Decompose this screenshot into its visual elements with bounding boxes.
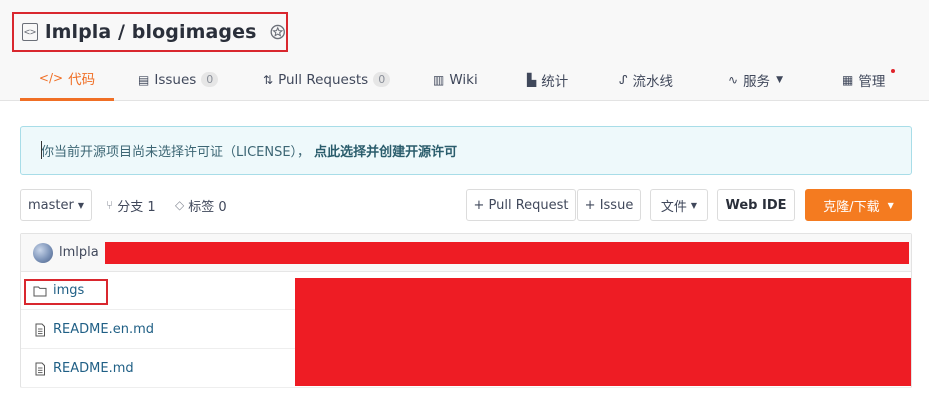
- pull-request-icon: ⇅: [263, 72, 274, 87]
- chevron-down-icon: ▼: [776, 74, 783, 85]
- files-label: 文件: [660, 199, 687, 215]
- highlight-box: [24, 279, 108, 305]
- branches-link[interactable]: ⑂ 分支 1: [106, 189, 156, 221]
- new-issue-button[interactable]: + Issue: [577, 189, 641, 221]
- chevron-down-icon: ▼: [690, 200, 698, 210]
- pull-requests-count: 0: [373, 72, 391, 87]
- branches-count: 分支 1: [117, 199, 156, 215]
- tab-label: 流水线: [632, 73, 674, 90]
- clone-label: 克隆/下载: [823, 199, 880, 215]
- new-pull-request-button[interactable]: + Pull Request: [466, 189, 576, 221]
- repo-tabs: </> 代码 ▤ Issues 0 ⇅ Pull Requests 0 ▥ Wi…: [20, 58, 920, 101]
- clone-download-button[interactable]: 克隆/下载 ▼: [805, 189, 912, 221]
- notification-dot: [891, 69, 895, 73]
- tab-label: Wiki: [449, 71, 478, 88]
- file-name[interactable]: README.md: [53, 361, 134, 376]
- tab-label: Pull Requests: [278, 71, 369, 88]
- tab-code[interactable]: </> 代码: [20, 58, 114, 101]
- branch-label: master: [28, 197, 74, 213]
- chart-icon: ▙: [527, 72, 537, 87]
- repo-title-box: <> lmlpla / blogimages: [12, 12, 288, 52]
- tab-pull-requests[interactable]: ⇅ Pull Requests 0: [263, 58, 391, 101]
- license-text: 你当前开源项目尚未选择许可证（LICENSE），: [41, 145, 311, 160]
- branch-icon: ⑂: [106, 198, 114, 212]
- award-icon[interactable]: [269, 22, 286, 42]
- tab-wiki[interactable]: ▥ Wiki: [433, 58, 478, 101]
- redacted-commit-info: [105, 242, 909, 264]
- tab-label: Issues: [154, 71, 197, 88]
- tags-link[interactable]: ◇ 标签 0: [175, 189, 227, 221]
- avatar[interactable]: [33, 242, 53, 263]
- tab-stats[interactable]: ▙ 统计: [527, 58, 568, 101]
- pipeline-icon: ᔑ: [619, 72, 628, 87]
- chevron-down-icon: ▼: [887, 200, 894, 210]
- tab-issues[interactable]: ▤ Issues 0: [138, 58, 219, 101]
- file-icon: [35, 323, 45, 336]
- latest-commit-row: lmlpla: [21, 234, 911, 272]
- text-cursor: [41, 141, 42, 159]
- tab-label: 代码: [68, 72, 96, 88]
- tags-count: 标签 0: [188, 199, 227, 215]
- issues-icon: ▤: [138, 72, 150, 87]
- chevron-down-icon: ▼: [77, 200, 84, 210]
- repo-header: <> lmlpla / blogimages </> 代码 ▤ Issues 0…: [0, 0, 929, 101]
- license-notice: 你当前开源项目尚未选择许可证（LICENSE）， 点此选择并创建开源许可: [20, 126, 912, 175]
- book-icon: ▥: [433, 72, 445, 87]
- tab-label: 统计: [541, 73, 569, 90]
- pulse-icon: ∿: [728, 72, 739, 87]
- repo-title[interactable]: lmlpla / blogimages: [45, 21, 257, 43]
- files-dropdown[interactable]: 文件 ▼: [650, 189, 708, 221]
- web-ide-button[interactable]: Web IDE: [717, 189, 795, 221]
- repo-toolbar: master ▼ ⑂ 分支 1 ◇ 标签 0 + Pull Request + …: [20, 189, 912, 222]
- commit-author[interactable]: lmlpla: [59, 245, 99, 260]
- tab-pipeline[interactable]: ᔑ 流水线: [619, 58, 673, 101]
- tab-label: 管理: [858, 73, 886, 90]
- tab-services[interactable]: ∿ 服务 ▼: [728, 58, 783, 101]
- tab-label: 服务: [743, 73, 771, 90]
- issues-count: 0: [201, 72, 219, 87]
- repo-code-icon: <>: [22, 23, 38, 41]
- file-name[interactable]: README.en.md: [53, 322, 154, 337]
- doc-icon: ▦: [842, 72, 854, 87]
- tag-icon: ◇: [175, 198, 185, 212]
- code-icon: </>: [38, 71, 64, 85]
- file-icon: [35, 362, 45, 375]
- branch-select[interactable]: master ▼: [20, 189, 92, 221]
- tab-manage[interactable]: ▦ 管理: [842, 58, 885, 101]
- redacted-file-details: [295, 278, 911, 386]
- license-create-link[interactable]: 点此选择并创建开源许可: [314, 141, 457, 160]
- file-list: lmlpla imgs README.en.md README.md: [20, 233, 912, 388]
